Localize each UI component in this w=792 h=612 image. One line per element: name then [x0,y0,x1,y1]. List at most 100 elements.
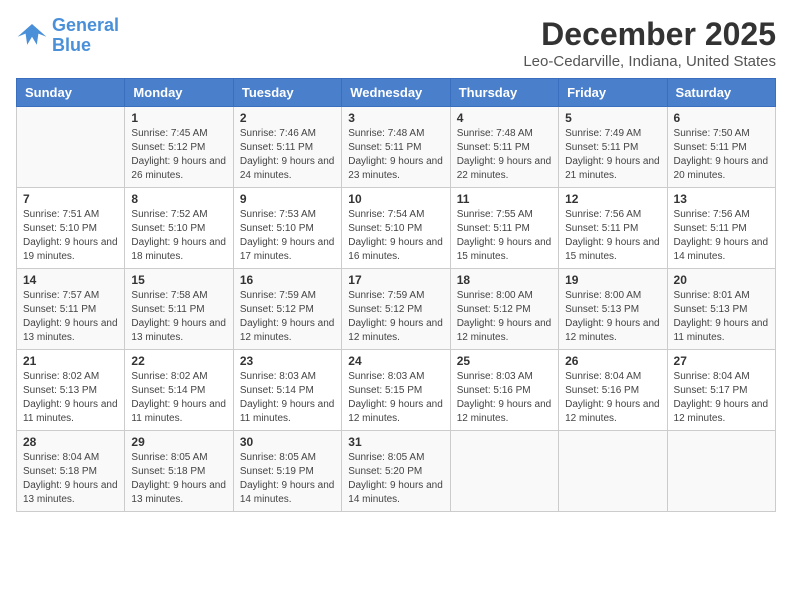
location-title: Leo-Cedarville, Indiana, United States [523,53,776,70]
weekday-header: Wednesday [342,79,450,107]
sunrise-text: Sunrise: 8:04 AM [23,451,118,465]
daylight-text: Daylight: 9 hours and 13 minutes. [131,479,226,507]
sunset-text: Sunset: 5:10 PM [240,222,335,236]
calendar-cell: 29 Sunrise: 8:05 AM Sunset: 5:18 PM Dayl… [125,431,233,512]
day-info: Sunrise: 8:04 AM Sunset: 5:18 PM Dayligh… [23,451,118,507]
daylight-text: Daylight: 9 hours and 13 minutes. [23,479,118,507]
daylight-text: Daylight: 9 hours and 12 minutes. [674,398,769,426]
calendar-cell: 11 Sunrise: 7:55 AM Sunset: 5:11 PM Dayl… [450,188,558,269]
sunrise-text: Sunrise: 8:05 AM [131,451,226,465]
day-number: 7 [23,192,118,206]
sunrise-text: Sunrise: 7:58 AM [131,289,226,303]
sunrise-text: Sunrise: 7:59 AM [348,289,443,303]
day-number: 22 [131,354,226,368]
day-number: 24 [348,354,443,368]
sunset-text: Sunset: 5:12 PM [457,303,552,317]
calendar-cell: 5 Sunrise: 7:49 AM Sunset: 5:11 PM Dayli… [559,107,667,188]
calendar-cell: 4 Sunrise: 7:48 AM Sunset: 5:11 PM Dayli… [450,107,558,188]
sunrise-text: Sunrise: 7:49 AM [565,127,660,141]
day-number: 11 [457,192,552,206]
calendar-cell: 26 Sunrise: 8:04 AM Sunset: 5:16 PM Dayl… [559,350,667,431]
calendar-cell: 15 Sunrise: 7:58 AM Sunset: 5:11 PM Dayl… [125,269,233,350]
day-number: 28 [23,435,118,449]
sunset-text: Sunset: 5:17 PM [674,384,769,398]
sunrise-text: Sunrise: 8:00 AM [457,289,552,303]
day-number: 2 [240,111,335,125]
day-info: Sunrise: 8:04 AM Sunset: 5:16 PM Dayligh… [565,370,660,426]
calendar-week-row: 21 Sunrise: 8:02 AM Sunset: 5:13 PM Dayl… [17,350,776,431]
day-number: 19 [565,273,660,287]
sunset-text: Sunset: 5:11 PM [23,303,118,317]
sunrise-text: Sunrise: 7:45 AM [131,127,226,141]
sunset-text: Sunset: 5:13 PM [23,384,118,398]
calendar-cell: 23 Sunrise: 8:03 AM Sunset: 5:14 PM Dayl… [233,350,341,431]
day-info: Sunrise: 7:48 AM Sunset: 5:11 PM Dayligh… [348,127,443,183]
day-info: Sunrise: 8:03 AM Sunset: 5:14 PM Dayligh… [240,370,335,426]
day-info: Sunrise: 8:00 AM Sunset: 5:12 PM Dayligh… [457,289,552,345]
day-number: 18 [457,273,552,287]
day-info: Sunrise: 8:02 AM Sunset: 5:13 PM Dayligh… [23,370,118,426]
day-info: Sunrise: 7:55 AM Sunset: 5:11 PM Dayligh… [457,208,552,264]
calendar-cell: 14 Sunrise: 7:57 AM Sunset: 5:11 PM Dayl… [17,269,125,350]
calendar-cell: 13 Sunrise: 7:56 AM Sunset: 5:11 PM Dayl… [667,188,775,269]
daylight-text: Daylight: 9 hours and 13 minutes. [131,317,226,345]
sunset-text: Sunset: 5:11 PM [348,141,443,155]
sunrise-text: Sunrise: 7:48 AM [348,127,443,141]
sunrise-text: Sunrise: 7:59 AM [240,289,335,303]
day-info: Sunrise: 7:59 AM Sunset: 5:12 PM Dayligh… [348,289,443,345]
day-info: Sunrise: 8:05 AM Sunset: 5:18 PM Dayligh… [131,451,226,507]
daylight-text: Daylight: 9 hours and 17 minutes. [240,236,335,264]
sunrise-text: Sunrise: 8:02 AM [23,370,118,384]
day-number: 14 [23,273,118,287]
day-info: Sunrise: 8:02 AM Sunset: 5:14 PM Dayligh… [131,370,226,426]
sunset-text: Sunset: 5:10 PM [23,222,118,236]
day-info: Sunrise: 7:45 AM Sunset: 5:12 PM Dayligh… [131,127,226,183]
day-number: 16 [240,273,335,287]
calendar-cell [667,431,775,512]
day-info: Sunrise: 7:56 AM Sunset: 5:11 PM Dayligh… [565,208,660,264]
day-number: 21 [23,354,118,368]
sunrise-text: Sunrise: 7:53 AM [240,208,335,222]
calendar-cell [559,431,667,512]
daylight-text: Daylight: 9 hours and 12 minutes. [348,317,443,345]
sunset-text: Sunset: 5:10 PM [131,222,226,236]
daylight-text: Daylight: 9 hours and 15 minutes. [457,236,552,264]
sunrise-text: Sunrise: 7:56 AM [565,208,660,222]
calendar-cell: 16 Sunrise: 7:59 AM Sunset: 5:12 PM Dayl… [233,269,341,350]
sunset-text: Sunset: 5:20 PM [348,465,443,479]
day-number: 31 [348,435,443,449]
day-number: 6 [674,111,769,125]
sunset-text: Sunset: 5:11 PM [131,303,226,317]
sunrise-text: Sunrise: 7:55 AM [457,208,552,222]
calendar-cell: 6 Sunrise: 7:50 AM Sunset: 5:11 PM Dayli… [667,107,775,188]
day-info: Sunrise: 7:49 AM Sunset: 5:11 PM Dayligh… [565,127,660,183]
daylight-text: Daylight: 9 hours and 19 minutes. [23,236,118,264]
day-number: 27 [674,354,769,368]
month-title: December 2025 [523,16,776,53]
sunset-text: Sunset: 5:15 PM [348,384,443,398]
sunrise-text: Sunrise: 7:52 AM [131,208,226,222]
day-info: Sunrise: 7:51 AM Sunset: 5:10 PM Dayligh… [23,208,118,264]
day-number: 1 [131,111,226,125]
sunrise-text: Sunrise: 8:01 AM [674,289,769,303]
day-number: 10 [348,192,443,206]
weekday-header: Tuesday [233,79,341,107]
calendar-cell: 20 Sunrise: 8:01 AM Sunset: 5:13 PM Dayl… [667,269,775,350]
day-number: 9 [240,192,335,206]
sunrise-text: Sunrise: 7:51 AM [23,208,118,222]
weekday-header: Thursday [450,79,558,107]
daylight-text: Daylight: 9 hours and 12 minutes. [457,317,552,345]
calendar-cell: 9 Sunrise: 7:53 AM Sunset: 5:10 PM Dayli… [233,188,341,269]
day-number: 17 [348,273,443,287]
sunset-text: Sunset: 5:13 PM [565,303,660,317]
sunrise-text: Sunrise: 8:03 AM [348,370,443,384]
day-info: Sunrise: 7:56 AM Sunset: 5:11 PM Dayligh… [674,208,769,264]
day-info: Sunrise: 7:48 AM Sunset: 5:11 PM Dayligh… [457,127,552,183]
daylight-text: Daylight: 9 hours and 11 minutes. [240,398,335,426]
sunset-text: Sunset: 5:19 PM [240,465,335,479]
weekday-header: Friday [559,79,667,107]
sunset-text: Sunset: 5:16 PM [457,384,552,398]
day-info: Sunrise: 7:59 AM Sunset: 5:12 PM Dayligh… [240,289,335,345]
daylight-text: Daylight: 9 hours and 21 minutes. [565,155,660,183]
calendar-cell: 10 Sunrise: 7:54 AM Sunset: 5:10 PM Dayl… [342,188,450,269]
